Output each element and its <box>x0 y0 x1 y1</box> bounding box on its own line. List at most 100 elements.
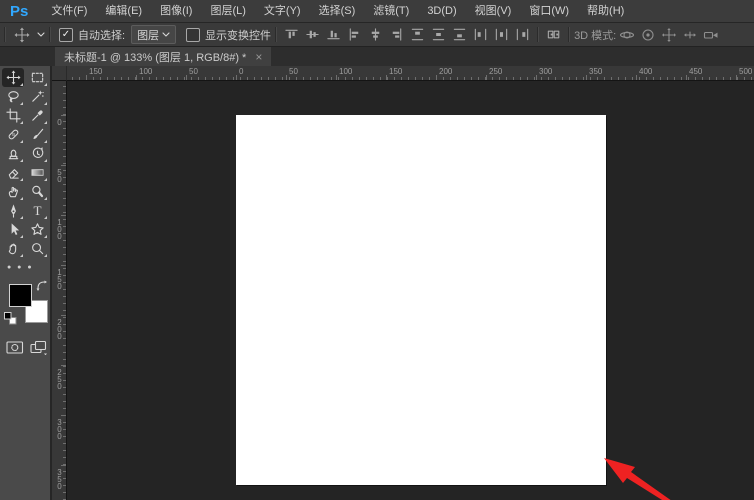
color-swatches <box>0 280 50 332</box>
ruler-label: 300 <box>539 67 553 76</box>
ruler-label: 50 <box>289 67 298 76</box>
menu-item[interactable]: 滤镜(T) <box>364 5 418 17</box>
3d-roll-icon[interactable] <box>637 25 658 44</box>
auto-select-target-dropdown[interactable]: 图层 <box>131 25 177 44</box>
hand-tool[interactable] <box>2 239 24 258</box>
menu-items: 文件(F) 编辑(E) 图像(I) 图层(L) 文字(Y) 选择(S) 滤镜(T) 3D(D)… <box>42 0 633 22</box>
rectangular-marquee-tool[interactable] <box>26 68 48 87</box>
eyedropper-tool[interactable] <box>26 106 48 125</box>
smudge-tool[interactable] <box>2 182 24 201</box>
ruler-horizontal[interactable]: 150 100 50 0 50 100 150 200 250 300 350 400 450 500 <box>52 66 754 81</box>
separator <box>568 27 571 42</box>
quick-mask-mode-icon[interactable] <box>6 340 24 355</box>
3d-slide-icon[interactable] <box>679 25 700 44</box>
menu-item[interactable]: 帮助(H) <box>578 5 633 17</box>
3d-pan-icon[interactable] <box>658 25 679 44</box>
ruler-label: 50 <box>55 168 64 182</box>
ruler-label: 450 <box>689 67 703 76</box>
auto-align-layers-icon[interactable] <box>543 25 564 44</box>
document-tab[interactable]: 未标题-1 @ 133% (图层 1, RGB/8#) * × <box>55 47 272 66</box>
swap-colors-icon[interactable] <box>36 280 48 292</box>
ruler-label: 500 <box>739 67 753 76</box>
ruler-label: 250 <box>55 368 64 389</box>
crop-tool[interactable] <box>2 106 24 125</box>
separator <box>275 27 278 42</box>
ruler-label: 0 <box>239 67 244 76</box>
document-canvas[interactable] <box>236 115 606 485</box>
tools-panel: T ● ● ● <box>0 66 52 500</box>
quick-selection-tool[interactable] <box>26 87 48 106</box>
ruler-label: 250 <box>489 67 503 76</box>
separator <box>537 27 540 42</box>
3d-rotate-icon[interactable] <box>616 25 637 44</box>
align-left-edges-icon[interactable] <box>344 25 365 44</box>
align-horizontal-centers-icon[interactable] <box>365 25 386 44</box>
align-vertical-centers-icon[interactable] <box>302 25 323 44</box>
move-tool[interactable] <box>2 68 24 87</box>
menu-item[interactable]: 视图(V) <box>466 5 521 17</box>
ruler-label: 150 <box>55 268 64 289</box>
distribute-top-edges-icon[interactable] <box>407 25 428 44</box>
custom-shape-tool[interactable] <box>26 220 48 239</box>
ruler-label: 100 <box>55 218 64 239</box>
menu-item[interactable]: 编辑(E) <box>96 5 151 17</box>
move-tool-preset-icon[interactable] <box>10 25 34 44</box>
screen-mode-icon[interactable] <box>30 340 48 355</box>
show-transform-checkbox[interactable] <box>186 27 201 42</box>
3d-scale-camera-icon[interactable] <box>700 25 721 44</box>
brush-tool[interactable] <box>26 125 48 144</box>
show-transform-label: 显示变换控件 <box>205 29 272 42</box>
menu-item[interactable]: 文字(Y) <box>255 5 310 17</box>
chevron-down-icon <box>162 32 170 37</box>
chevron-down-icon[interactable] <box>37 32 45 37</box>
options-bar: ✓ 自动选择: 图层 显示变换控件 3D 模式: <box>0 23 754 47</box>
history-brush-tool[interactable] <box>26 144 48 163</box>
document-tab-title: 未标题-1 @ 133% (图层 1, RGB/8#) * <box>64 51 247 64</box>
align-right-edges-icon[interactable] <box>386 25 407 44</box>
default-colors-icon[interactable] <box>4 312 17 325</box>
tab-close-icon[interactable]: × <box>255 50 262 64</box>
dodge-tool[interactable] <box>26 182 48 201</box>
distribute-right-edges-icon[interactable] <box>512 25 533 44</box>
ruler-label: 50 <box>189 67 198 76</box>
align-top-edges-icon[interactable] <box>281 25 302 44</box>
ruler-label: 400 <box>639 67 653 76</box>
gradient-tool[interactable] <box>26 163 48 182</box>
align-bottom-edges-icon[interactable] <box>323 25 344 44</box>
foreground-color-swatch[interactable] <box>9 284 32 307</box>
clone-stamp-tool[interactable] <box>2 144 24 163</box>
svg-text:T: T <box>33 203 41 218</box>
menu-item[interactable]: 图层(L) <box>201 5 254 17</box>
menu-item[interactable]: 3D(D) <box>418 5 465 17</box>
menu-item[interactable]: 图像(I) <box>151 5 201 17</box>
menu-bar: Ps 文件(F) 编辑(E) 图像(I) 图层(L) 文字(Y) 选择(S) 滤镜(T) 3D… <box>0 0 754 23</box>
ruler-label: 150 <box>89 67 103 76</box>
distribute-left-edges-icon[interactable] <box>470 25 491 44</box>
ruler-label: 350 <box>589 67 603 76</box>
auto-select-checkbox[interactable]: ✓ <box>59 27 73 42</box>
path-selection-tool[interactable] <box>2 220 24 239</box>
red-arrow-annotation <box>604 458 671 500</box>
auto-select-label: 自动选择: <box>78 29 126 42</box>
distribute-bottom-edges-icon[interactable] <box>449 25 470 44</box>
distribute-vertical-centers-icon[interactable] <box>428 25 449 44</box>
spot-healing-brush-tool[interactable] <box>2 125 24 144</box>
zoom-tool[interactable] <box>26 239 48 258</box>
separator <box>4 27 6 42</box>
ruler-label: 150 <box>389 67 403 76</box>
ruler-vertical[interactable]: 0 50 100 150 200 250 300 350 <box>52 80 67 500</box>
type-tool[interactable]: T <box>26 201 48 220</box>
pen-tool[interactable] <box>2 201 24 220</box>
ruler-label: 200 <box>439 67 453 76</box>
lasso-tool[interactable] <box>2 87 24 106</box>
menu-item[interactable]: 文件(F) <box>42 5 96 17</box>
ruler-label: 100 <box>139 67 153 76</box>
photoshop-logo: Ps <box>10 2 29 20</box>
eraser-tool[interactable] <box>2 163 24 182</box>
menu-item[interactable]: 选择(S) <box>310 5 365 17</box>
distribute-horizontal-centers-icon[interactable] <box>491 25 512 44</box>
ruler-label: 0 <box>55 118 64 125</box>
edit-toolbar-ellipsis[interactable]: ● ● ● <box>0 258 50 276</box>
menu-item[interactable]: 窗口(W) <box>520 5 578 17</box>
document-tab-strip: 未标题-1 @ 133% (图层 1, RGB/8#) * × <box>0 47 754 66</box>
